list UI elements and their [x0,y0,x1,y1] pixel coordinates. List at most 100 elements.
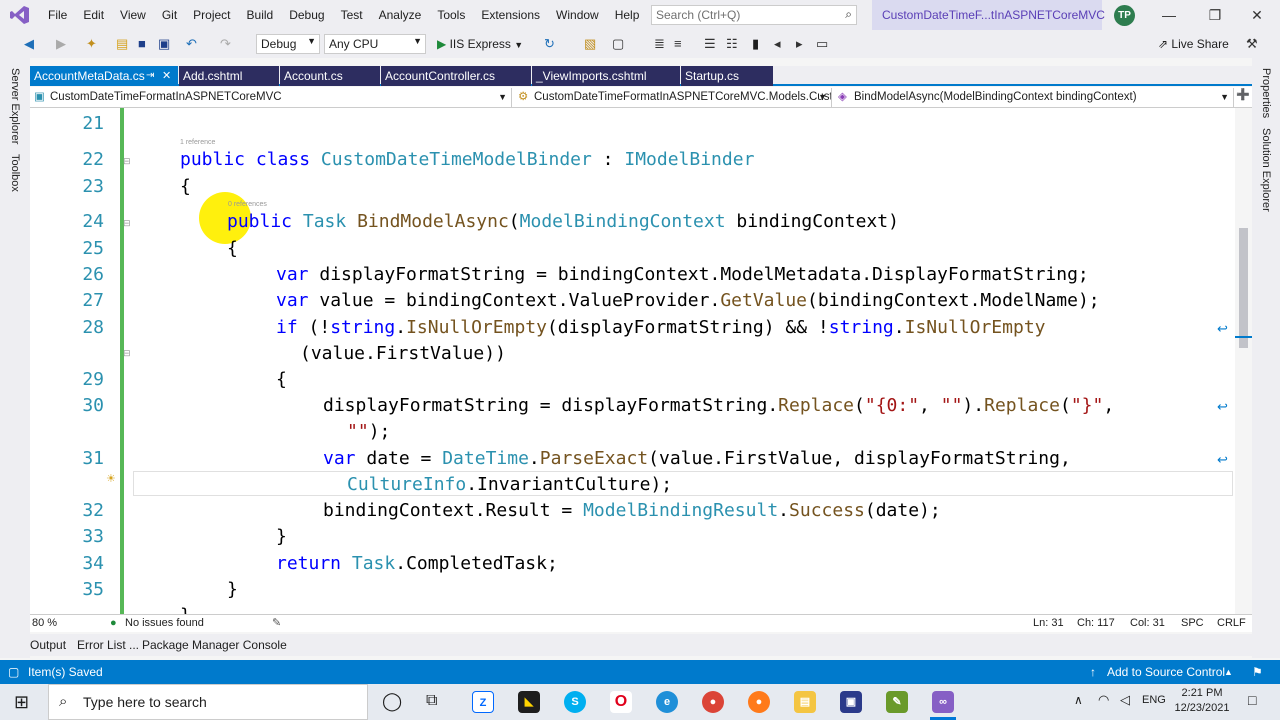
server-explorer-tab[interactable]: Server Explorer [9,68,21,144]
menu-project[interactable]: Project [185,0,238,30]
feedback-icon[interactable]: ⚒ [1246,36,1258,52]
edge-icon[interactable]: e [656,691,678,713]
properties-tab[interactable]: Properties [1260,68,1272,118]
indent-icon[interactable]: ≣ [654,36,665,52]
close-tab-icon[interactable]: ✕ [162,66,171,86]
chevron-up-icon[interactable]: ∧ [1074,693,1083,707]
minimize-icon[interactable]: — [1146,0,1192,30]
taskbar-search-input[interactable]: ⌕ Type here to search [48,684,368,720]
tab-accountmetadata[interactable]: AccountMetaData.cs ⇥ ✕ [30,66,178,86]
wifi-icon[interactable]: ◠ [1098,692,1109,708]
windows-start-icon[interactable]: ⊞ [14,692,29,712]
sticky-notes-icon[interactable]: ◣ [518,691,540,713]
opera-icon[interactable]: O [610,691,632,713]
pin-icon[interactable]: ⇥ [146,66,154,86]
skype-icon[interactable]: S [564,691,586,713]
brush-icon[interactable]: ✎ [272,615,281,632]
member-dropdown[interactable]: ◈ BindModelAsync(ModelBindingContext bin… [834,88,1234,107]
tab-add-cshtml[interactable]: Add.cshtml [179,66,279,86]
run-button[interactable]: ▶ IIS Express ▼ [437,34,523,54]
project-dropdown[interactable]: ▣ CustomDateTimeFormatInASPNETCoreMVC ▼ [30,88,512,107]
line-ending-indicator[interactable]: CRLF [1217,615,1246,632]
menu-window[interactable]: Window [548,0,607,30]
source-control-button[interactable]: Add to Source Control [1107,660,1225,684]
platform-select[interactable]: Any CPU ▼ [324,34,426,54]
tab-account-cs[interactable]: Account.cs [280,66,380,86]
uncomment-icon[interactable]: ☷ [726,36,738,52]
lightbulb-icon[interactable]: ☀ [106,472,116,485]
bookmark-clear-icon[interactable]: ▭ [816,36,828,52]
scrollbar-thumb[interactable] [1239,228,1248,348]
code-editor[interactable]: 21 22 23 24 25 26 27 28 29 30 31 32 33 3… [30,108,1252,614]
bookmark-prev-icon[interactable]: ◂ [774,36,781,52]
spacing-indicator[interactable]: SPC [1181,615,1204,632]
solution-explorer-tab[interactable]: Solution Explorer [1260,128,1272,212]
tab-accountcontroller[interactable]: AccountController.cs [381,66,531,86]
chrome-icon[interactable]: ● [702,691,724,713]
menu-edit[interactable]: Edit [75,0,112,30]
tab-startup[interactable]: Startup.cs [681,66,773,86]
menu-tools[interactable]: Tools [429,0,473,30]
menu-file[interactable]: File [40,0,75,30]
menu-debug[interactable]: Debug [281,0,332,30]
bookmark-next-icon[interactable]: ▸ [796,36,803,52]
refresh-icon[interactable]: ↻ [544,36,555,52]
browse-icon[interactable]: ▧ [584,36,596,52]
save-icon[interactable]: ■ [138,36,146,52]
collapse-icon[interactable]: ⊟ [123,218,131,229]
comment-icon[interactable]: ☰ [704,36,716,52]
notepad-plus-icon[interactable]: ✎ [886,691,908,713]
close-icon[interactable]: ✕ [1234,0,1280,30]
redo-icon[interactable]: ↷ [220,36,231,52]
tab-error-list[interactable]: Error List ... [77,634,139,656]
collapse-icon[interactable]: ⊟ [123,348,131,359]
notification-icon[interactable]: ⚑ [1252,660,1263,684]
undo-icon[interactable]: ↶ [186,36,197,52]
menu-test[interactable]: Test [333,0,371,30]
restore-icon[interactable]: ❐ [1192,0,1238,30]
codelens-references[interactable]: 0 references [228,201,267,208]
forward-icon[interactable]: ▶ [56,36,66,52]
visual-studio-logo-icon[interactable] [0,0,40,30]
language-indicator[interactable]: ENG [1142,694,1166,706]
collapse-icon[interactable]: ⊟ [123,156,131,167]
tab-package-manager[interactable]: Package Manager Console [142,634,287,656]
screenshot-icon[interactable]: ▢ [612,36,624,52]
open-folder-icon[interactable]: ▤ [116,36,128,52]
tab-viewimports[interactable]: _ViewImports.cshtml [532,66,680,86]
issues-label[interactable]: No issues found [125,615,204,632]
file-explorer-icon[interactable]: ▤ [794,691,816,713]
task-view-icon[interactable]: ⧉ [426,690,437,712]
ssms-icon[interactable]: ▣ [840,691,862,713]
menu-view[interactable]: View [112,0,154,30]
zalo-app-icon[interactable]: Z [472,691,494,713]
live-share-button[interactable]: ⇗ Live Share [1158,30,1229,58]
clock[interactable]: 2:21 PM 12/23/2021 [1172,686,1232,716]
volume-icon[interactable]: ◁ [1120,692,1130,708]
notifications-icon[interactable]: □ [1248,692,1256,708]
outdent-icon[interactable]: ≡ [674,36,682,52]
firefox-icon[interactable]: ● [748,691,770,713]
chevron-up-icon[interactable]: ▲ [1224,660,1233,684]
avatar[interactable]: TP [1114,5,1135,26]
menu-build[interactable]: Build [239,0,282,30]
class-dropdown[interactable]: ⚙ CustomDateTimeFormatInASPNETCoreMVC.Mo… [514,88,832,107]
config-select[interactable]: Debug ▼ [256,34,320,54]
new-project-icon[interactable]: ✦ [86,36,97,52]
cortana-icon[interactable]: ◯ [382,690,402,712]
split-icon[interactable]: ➕ [1236,88,1250,101]
menu-help[interactable]: Help [607,0,648,30]
visual-studio-task-icon[interactable]: ∞ [932,691,954,713]
save-all-icon[interactable]: ▣ [158,36,170,52]
back-icon[interactable]: ◀ [24,36,34,52]
menu-git[interactable]: Git [154,0,185,30]
tab-output[interactable]: Output [30,634,66,656]
menu-analyze[interactable]: Analyze [371,0,430,30]
menu-extensions[interactable]: Extensions [473,0,548,30]
vertical-scrollbar[interactable] [1235,108,1252,614]
search-input[interactable]: Search (Ctrl+Q) ⌕ [651,5,857,25]
toolbox-tab[interactable]: Toolbox [9,154,21,192]
bookmark-icon[interactable]: ▮ [752,36,759,52]
zoom-select[interactable]: 80 % [32,615,57,632]
codelens-references[interactable]: 1 reference [180,139,215,146]
